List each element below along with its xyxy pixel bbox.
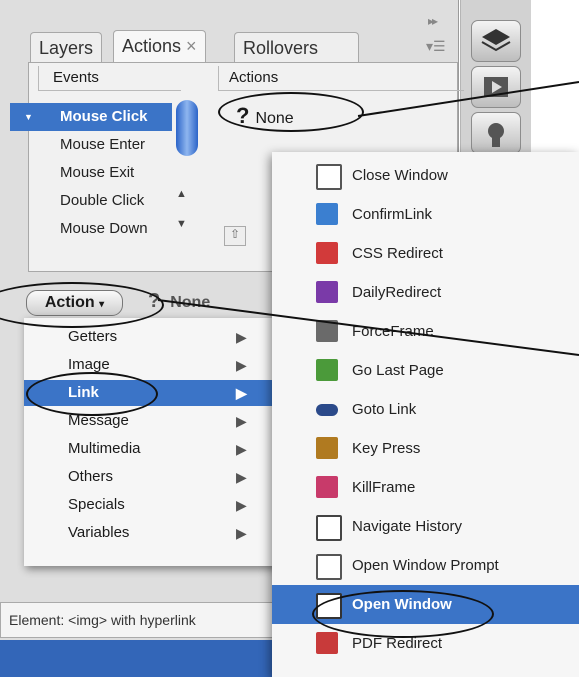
callout-lines <box>157 81 579 356</box>
callout-line-none <box>357 81 579 117</box>
callout-line-action <box>157 299 579 356</box>
